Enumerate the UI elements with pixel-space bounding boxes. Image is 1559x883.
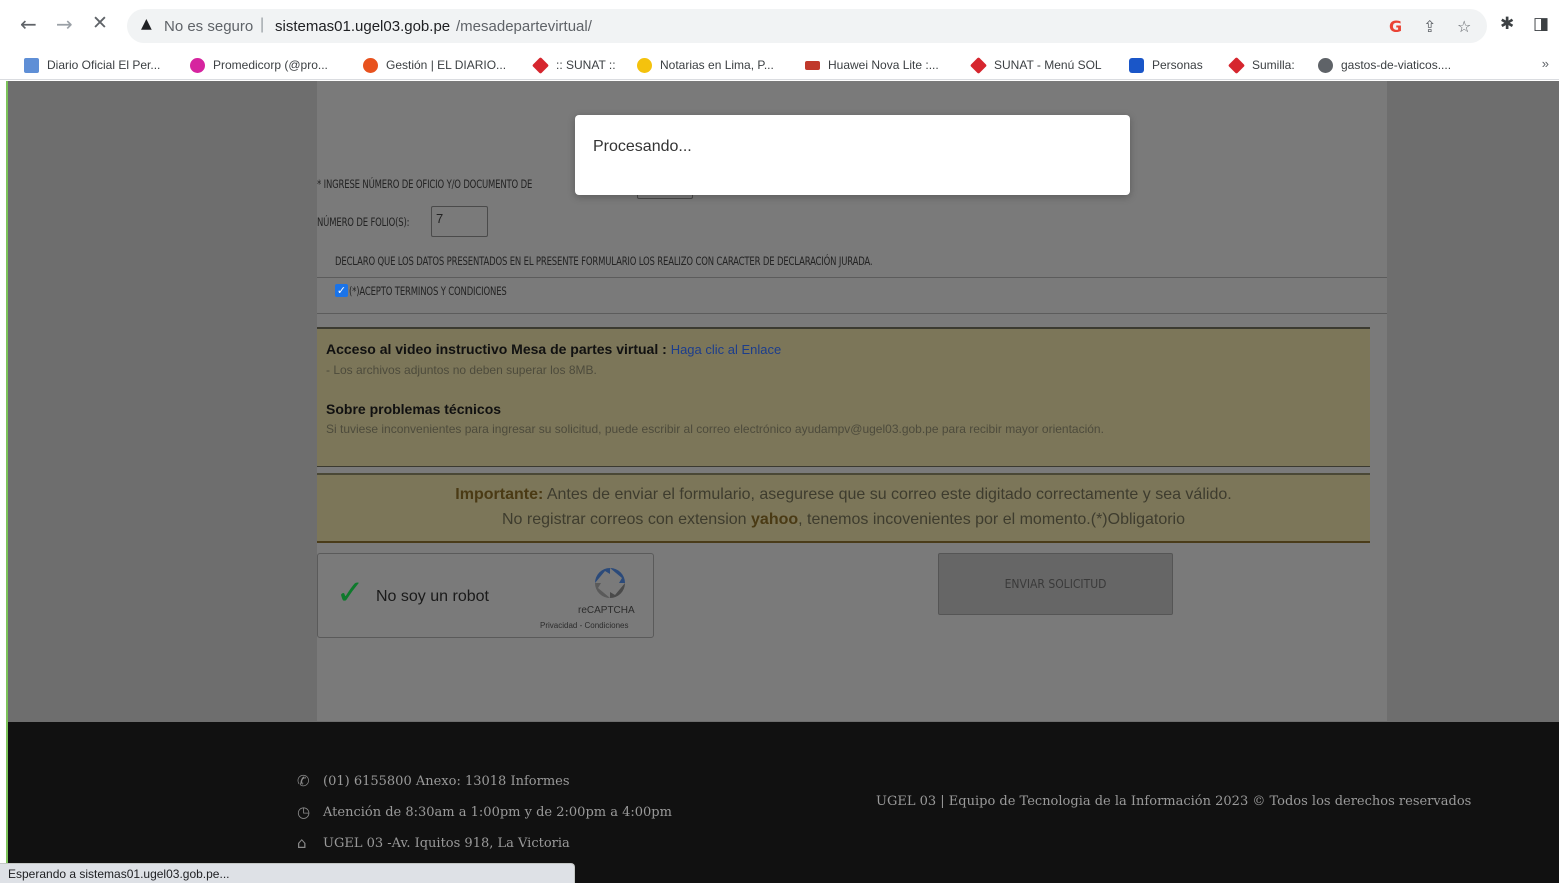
recaptcha-logo-icon: [595, 568, 625, 598]
bookmark-item[interactable]: :: SUNAT ::: [532, 55, 616, 75]
url-path[interactable]: /mesadepartevirtual/: [456, 18, 592, 35]
divider: [317, 313, 1387, 314]
bookmark-item[interactable]: SUNAT - Menú SOL: [970, 55, 1102, 75]
declaration-text: Declaro que los datos presentados en el …: [335, 254, 873, 268]
bookmark-item[interactable]: gastos-de-viaticos....: [1318, 55, 1451, 75]
google-translate-icon[interactable]: G: [1389, 17, 1402, 36]
divider: [317, 277, 1387, 278]
recaptcha-label: No soy un robot: [376, 588, 489, 605]
bookmark-item[interactable]: Diario Oficial El Per...: [24, 55, 160, 75]
important-line-2: No registrar correos con extension yahoo…: [502, 511, 1185, 528]
security-label[interactable]: No es seguro: [164, 18, 253, 35]
extensions-puzzle-icon[interactable]: ✱: [1500, 14, 1514, 34]
instagram-icon: [190, 57, 205, 73]
sunat-icon: [1228, 56, 1245, 74]
bookmark-item[interactable]: Huawei Nova Lite :...: [805, 55, 939, 75]
recaptcha-brand: reCAPTCHA: [578, 605, 635, 616]
bookmarks-bar: Diario Oficial El Per... Promedicorp (@p…: [0, 50, 1559, 80]
share-icon[interactable]: ⇪: [1423, 17, 1436, 36]
page-icon: [24, 57, 39, 73]
page-left-edge: [0, 81, 8, 883]
accept-terms-checkbox[interactable]: ✓: [335, 284, 348, 297]
send-request-button[interactable]: Enviar solicitud: [938, 553, 1173, 615]
bookmark-item[interactable]: Personas: [1129, 55, 1203, 75]
info-notice: Acceso al video instructivo Mesa de part…: [317, 327, 1370, 467]
footer-hours: ◷ Atención de 8:30am a 1:00pm y de 2:00pm…: [297, 803, 672, 821]
tech-note: Si tuviese inconvenientes para ingresar …: [326, 422, 1104, 436]
clock-icon: ◷: [297, 803, 311, 821]
footer-phone: ✆ (01) 6155800 Anexo: 13018 Informes: [297, 772, 570, 790]
back-button[interactable]: ←: [20, 12, 37, 36]
bookmark-item[interactable]: Sumilla:: [1228, 55, 1295, 75]
forward-button[interactable]: →: [56, 12, 73, 36]
folio-label: Número de folio(s):: [317, 215, 410, 229]
files-note: - Los archivos adjuntos no deben superar…: [326, 363, 597, 377]
gestion-icon: [363, 57, 378, 73]
recaptcha-widget[interactable]: ✓ No soy un robot reCAPTCHA Privacidad -…: [317, 553, 654, 638]
tech-heading: Sobre problemas técnicos: [326, 401, 502, 417]
browser-toolbar: ← → ✕ ▲ No es seguro | sistemas01.ugel03…: [0, 0, 1559, 50]
url-host[interactable]: sistemas01.ugel03.gob.pe: [275, 18, 450, 35]
document-number-label: * Ingrese número de oficio y/o documento…: [317, 177, 533, 191]
important-line-1: Importante: Antes de enviar el formulari…: [455, 486, 1232, 503]
video-heading: Acceso al video instructivo Mesa de part…: [326, 341, 782, 357]
recaptcha-links[interactable]: Privacidad - Condiciones: [540, 621, 629, 630]
bookmark-item[interactable]: Notarias en Lima, P...: [637, 55, 774, 75]
omnibox-separator: |: [260, 16, 265, 33]
bookmark-item[interactable]: Gestión | EL DIARIO...: [363, 55, 506, 75]
sunat-icon: [532, 56, 549, 74]
processing-text: Procesando...: [593, 138, 692, 155]
send-request-label: Enviar solicitud: [1004, 577, 1107, 591]
page-viewport: * Ingrese número de oficio y/o documento…: [0, 81, 1559, 883]
processing-dialog: Procesando...: [575, 115, 1130, 195]
gsm-icon: [805, 60, 820, 70]
bookmark-star-icon[interactable]: ☆: [1457, 17, 1471, 36]
important-notice: Importante: Antes de enviar el formulari…: [317, 473, 1370, 543]
globe-icon: [1318, 57, 1333, 73]
warning-triangle-icon[interactable]: ▲: [141, 16, 152, 32]
footer-copyright: UGEL 03 | Equipo de Tecnologia de la Inf…: [876, 794, 1472, 809]
folio-input[interactable]: 7: [431, 206, 488, 237]
sunat-icon: [970, 56, 987, 74]
footer-address: ⌂ UGEL 03 -Av. Iquitos 918, La Victoria: [297, 834, 570, 852]
checkmark-icon[interactable]: ✓: [336, 576, 365, 610]
home-icon: ⌂: [297, 834, 307, 852]
video-link[interactable]: Haga clic al Enlace: [671, 342, 782, 357]
address-bar[interactable]: ▲ No es seguro | sistemas01.ugel03.gob.p…: [127, 9, 1487, 43]
side-panel-icon[interactable]: ◨: [1533, 14, 1549, 34]
accept-terms-label[interactable]: (*)Acepto terminos y condiciones: [349, 284, 507, 298]
status-bar: Esperando a sistemas01.ugel03.gob.pe...: [0, 863, 575, 883]
bookmark-item[interactable]: Promedicorp (@pro...: [190, 55, 328, 75]
phone-icon: ✆: [297, 772, 310, 790]
footer: ✆ (01) 6155800 Anexo: 13018 Informes ◷ Ate…: [8, 722, 1559, 883]
stop-loading-button[interactable]: ✕: [92, 12, 108, 34]
personas-icon: [1129, 57, 1144, 73]
bookmarks-overflow-button[interactable]: »: [1542, 56, 1549, 71]
notarias-icon: [637, 57, 652, 73]
